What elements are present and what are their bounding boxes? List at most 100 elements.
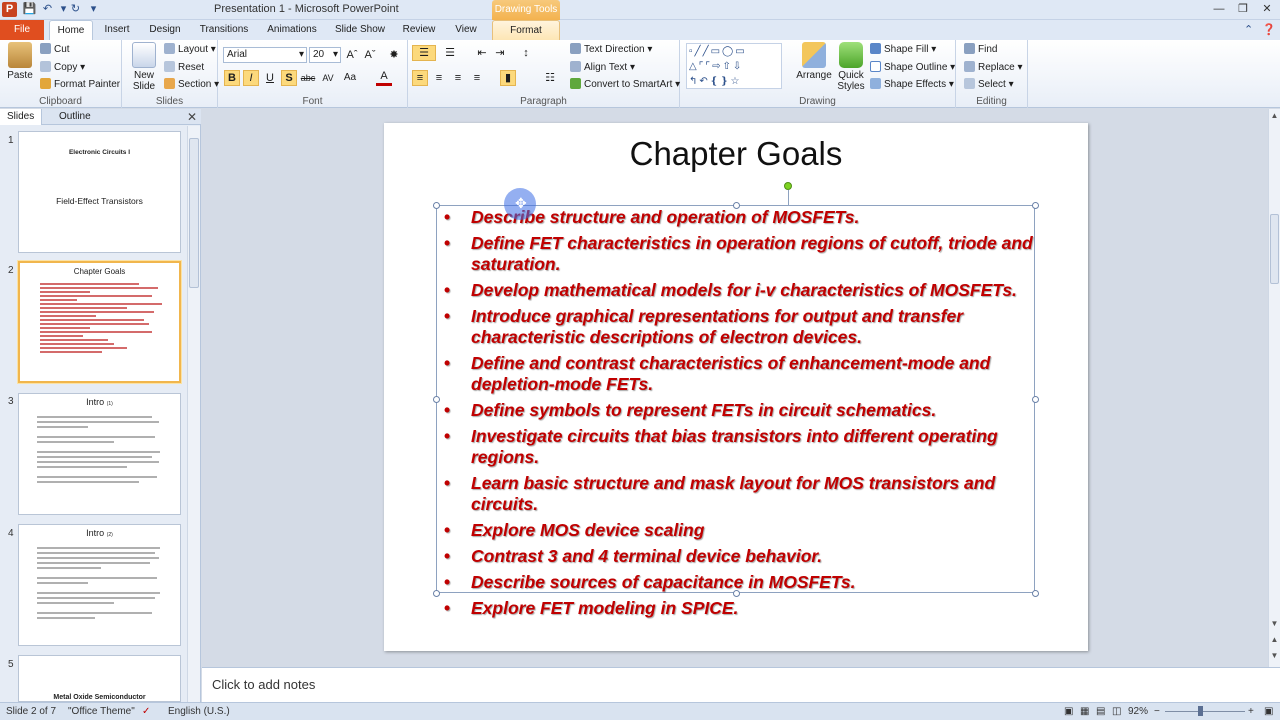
bullets-button[interactable]: ☰ [412,45,436,61]
bold-button[interactable]: B [224,70,240,86]
quick-styles-button[interactable]: Quick Styles [834,42,868,92]
tab-review[interactable]: Review [400,20,438,40]
tab-format[interactable]: Format [492,20,560,40]
line-spacing-icon[interactable]: ↕ [518,45,534,61]
shapes-gallery[interactable]: ▫╱╱▭◯▭ △⌜⌜⇨⇧⇩ ↰↶❴❵☆ [686,43,782,89]
fit-to-window-icon[interactable]: ▣ [1264,706,1273,717]
increase-indent-icon[interactable]: ⇥ [492,45,508,61]
layout-button[interactable]: Layout ▾ [164,43,216,55]
strikethrough-button[interactable]: abc [300,70,316,86]
bullet-item[interactable]: Investigate circuits that bias transisto… [436,426,1036,468]
tab-slide-show[interactable]: Slide Show [333,20,387,40]
zoom-level[interactable]: 92% [1128,706,1148,717]
undo-icon[interactable]: ↶ [40,2,55,17]
bullet-item[interactable]: Define FET characteristics in operation … [436,233,1036,275]
scroll-down-icon[interactable]: ▼ [1269,619,1280,628]
close-window-button[interactable]: ✕ [1254,0,1280,18]
tab-view[interactable]: View [451,20,481,40]
bullet-item[interactable]: Define symbols to represent FETs in circ… [436,400,1036,421]
zoom-in-icon[interactable]: + [1248,706,1254,717]
spell-check-icon[interactable]: ✓ [142,706,150,717]
panel-scrollbar-thumb[interactable] [189,138,199,288]
customize-qat-icon[interactable]: ▾ [86,2,101,17]
italic-button[interactable]: I [243,70,259,86]
previous-slide-icon[interactable]: ▲ [1269,635,1280,644]
clear-formatting-icon[interactable]: ✸ [386,47,402,63]
close-icon[interactable]: ✕ [187,110,197,124]
paste-button[interactable]: Paste [4,42,36,81]
numbering-button[interactable]: ☰ [442,45,458,61]
cut-button[interactable]: Cut [40,43,70,55]
slide-thumbnail-4[interactable]: Intro (2) [18,524,181,646]
tab-transitions[interactable]: Transitions [196,20,252,40]
shape-effects-button[interactable]: Shape Effects ▾ [870,78,954,90]
shrink-font-button[interactable]: Aˇ [362,47,378,63]
redo-icon[interactable]: ↻ [68,2,83,17]
underline-button[interactable]: U [262,70,278,86]
bullet-list[interactable]: Describe structure and operation of MOSF… [436,207,1036,624]
slide-scrollbar[interactable]: ▲ ▼ ▲ ▼ [1268,109,1280,667]
bullet-item[interactable]: Describe sources of capacitance in MOSFE… [436,572,1036,593]
convert-smartart-button[interactable]: Convert to SmartArt ▾ [570,78,680,90]
bullet-item[interactable]: Develop mathematical models for i-v char… [436,280,1036,301]
slide-thumbnail-5[interactable]: Metal Oxide Semiconductor [18,655,181,702]
zoom-out-icon[interactable]: − [1154,706,1160,717]
align-text-button[interactable]: Align Text ▾ [570,61,635,73]
restore-button[interactable]: ❐ [1230,0,1256,18]
shape-fill-button[interactable]: Shape Fill ▾ [870,43,936,55]
save-icon[interactable]: 💾 [22,2,37,17]
decrease-indent-icon[interactable]: ⇤ [474,45,490,61]
theme-name[interactable]: "Office Theme" [68,706,135,717]
new-slide-button[interactable]: New Slide [127,42,161,92]
slide-scrollbar-thumb[interactable] [1270,214,1279,284]
format-painter-button[interactable]: Format Painter [40,78,120,90]
scroll-up-icon[interactable]: ▲ [1269,111,1280,120]
slide-title[interactable]: Chapter Goals [384,135,1088,173]
paragraph-settings-icon[interactable]: ☷ [542,70,558,86]
notes-pane[interactable]: Click to add notes [202,667,1280,702]
bullet-item[interactable]: Explore MOS device scaling [436,520,1036,541]
zoom-slider[interactable] [1165,711,1245,712]
change-case-button[interactable]: Aa [342,70,358,86]
slide-thumbnail-3[interactable]: Intro (1) [18,393,181,515]
font-color-button[interactable]: A [376,70,392,86]
replace-button[interactable]: Replace ▾ [964,61,1023,73]
select-button[interactable]: Select ▾ [964,78,1014,90]
text-direction-button[interactable]: Text Direction ▾ [570,43,652,55]
columns-button[interactable]: ▮ [500,70,516,86]
shape-outline-button[interactable]: Shape Outline ▾ [870,61,955,73]
font-family-combo[interactable]: Arial ▾ [223,47,307,63]
reading-view-icon[interactable]: ▤ [1096,706,1105,717]
next-slide-icon[interactable]: ▼ [1269,651,1280,660]
arrange-button[interactable]: Arrange [794,42,834,81]
panel-scrollbar[interactable] [187,126,200,702]
bullet-item[interactable]: Define and contrast characteristics of e… [436,353,1036,395]
bullet-item[interactable]: Learn basic structure and mask layout fo… [436,473,1036,515]
bullet-item[interactable]: Explore FET modeling in SPICE. [436,598,1036,619]
grow-font-button[interactable]: Aˆ [344,47,360,63]
text-shadow-button[interactable]: S [281,70,297,86]
zoom-slider-knob[interactable] [1198,706,1203,716]
normal-view-icon[interactable]: ▣ [1064,706,1073,717]
slide-canvas[interactable]: Chapter Goals Describe structure and ope… [384,123,1088,651]
slide-thumbnail-2[interactable]: Chapter Goals [18,261,181,383]
minimize-ribbon-icon[interactable]: ⌃ [1244,23,1253,36]
help-icon[interactable]: ❓ [1262,23,1276,36]
justify-button[interactable]: ≡ [469,70,485,86]
tab-home[interactable]: Home [49,20,93,40]
bullet-item[interactable]: Contrast 3 and 4 terminal device behavio… [436,546,1036,567]
copy-button[interactable]: Copy ▾ [40,61,85,73]
align-center-button[interactable]: ≡ [431,70,447,86]
section-button[interactable]: Section ▾ [164,78,219,90]
reset-button[interactable]: Reset [164,61,204,73]
find-button[interactable]: Find [964,43,997,55]
slide-sorter-icon[interactable]: ▦ [1080,706,1089,717]
tab-insert[interactable]: Insert [100,20,134,40]
notes-placeholder[interactable]: Click to add notes [212,677,315,692]
slide-show-icon[interactable]: ◫ [1112,706,1121,717]
bullet-item[interactable]: Introduce graphical representations for … [436,306,1036,348]
tab-animations[interactable]: Animations [265,20,319,40]
character-spacing-button[interactable]: AV [320,70,336,86]
tab-file[interactable]: File [0,20,44,40]
tab-outline-panel[interactable]: Outline [52,109,98,125]
